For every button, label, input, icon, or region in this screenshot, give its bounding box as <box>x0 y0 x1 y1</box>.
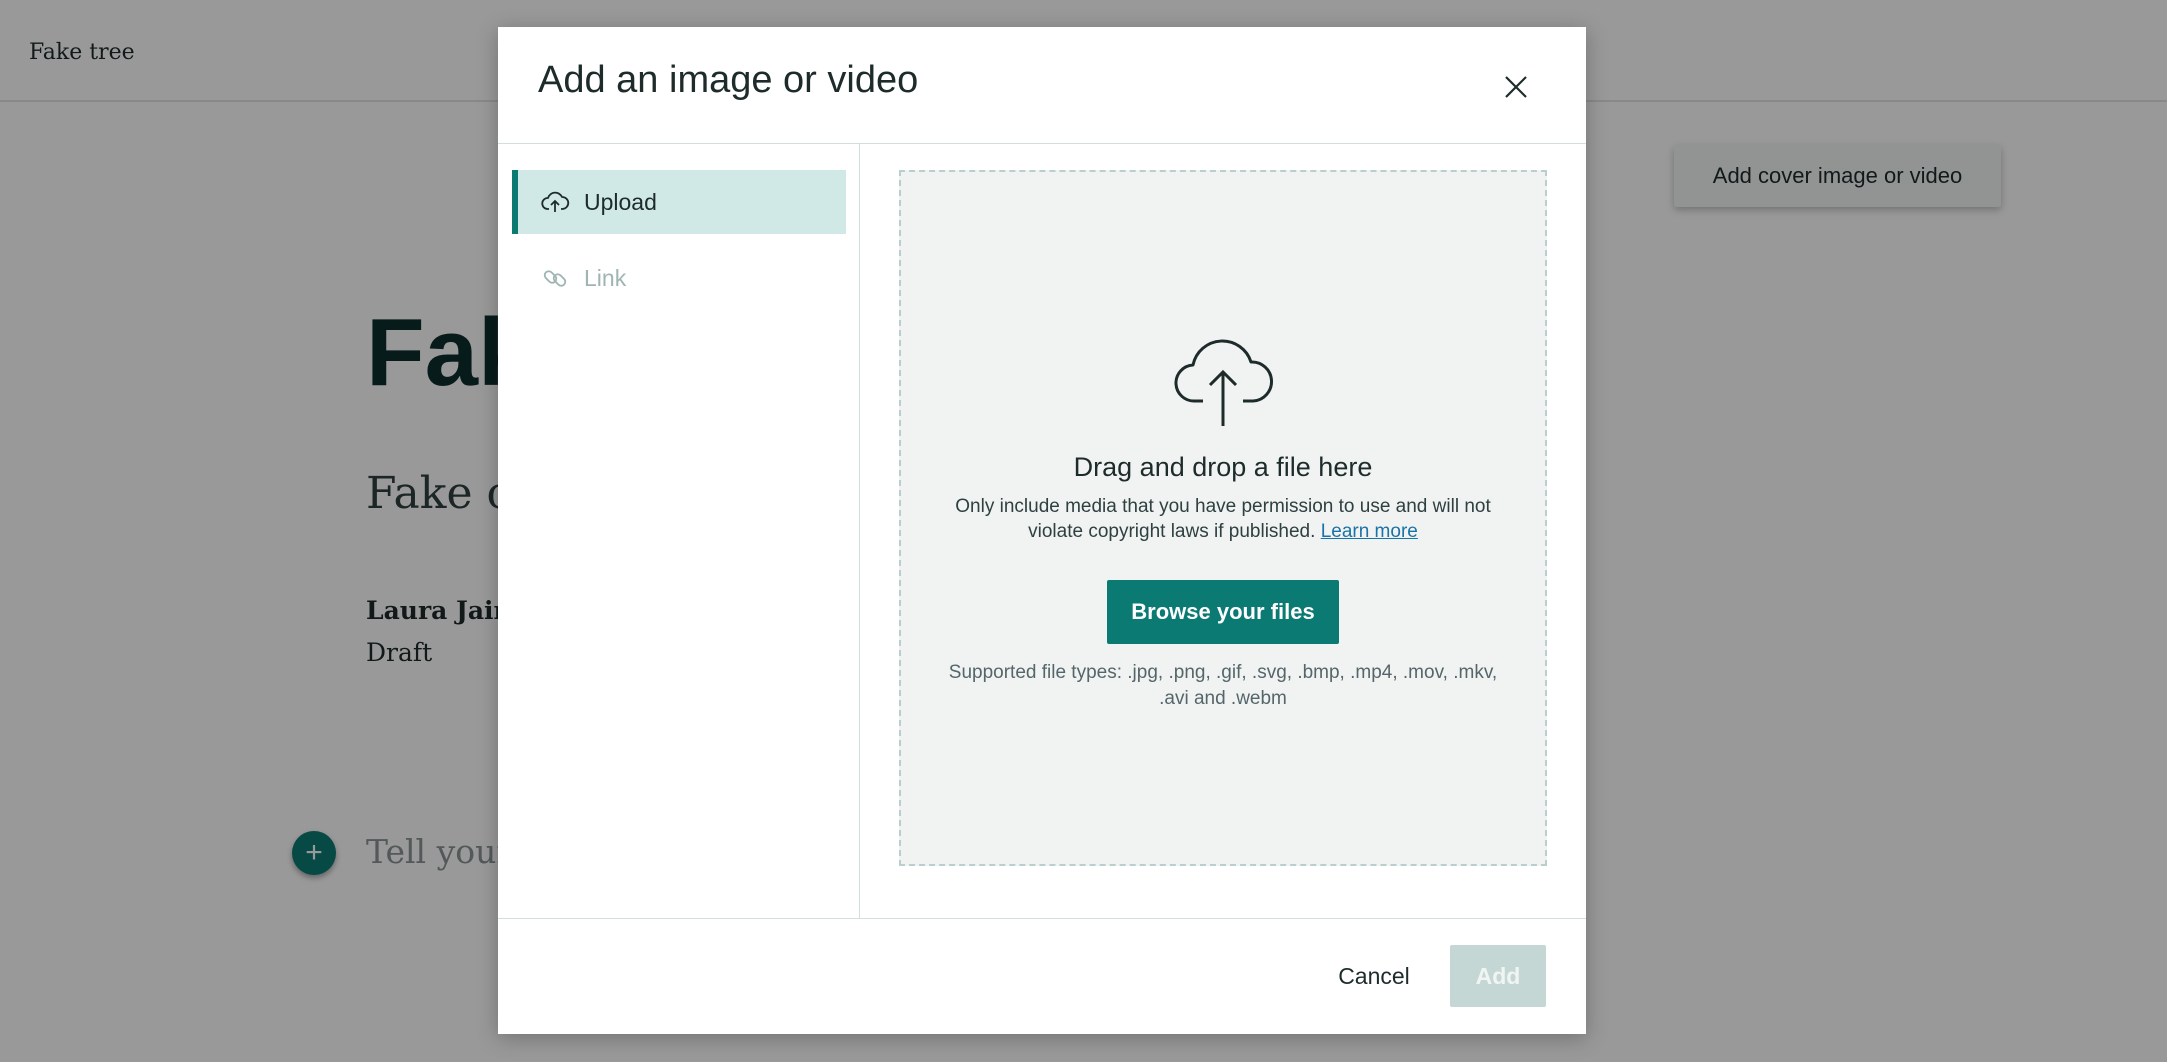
dialog-title: Add an image or video <box>538 59 919 101</box>
media-dialog: Add an image or video Upload Link Drag a… <box>498 27 1586 1034</box>
add-button[interactable]: Add <box>1450 945 1546 1007</box>
cloud-upload-icon <box>1171 332 1275 428</box>
tab-upload[interactable]: Upload <box>512 170 846 234</box>
tab-link[interactable]: Link <box>512 246 846 310</box>
dialog-footer: Cancel Add <box>498 918 1586 1034</box>
dialog-header: Add an image or video <box>498 27 1586 144</box>
close-icon[interactable] <box>1500 71 1532 103</box>
browse-files-button[interactable]: Browse your files <box>1107 580 1339 644</box>
tab-upload-label: Upload <box>584 188 657 215</box>
cloud-upload-icon <box>540 187 570 217</box>
dialog-sidebar: Upload Link <box>498 144 860 918</box>
link-icon <box>540 263 570 293</box>
file-dropzone[interactable]: Drag and drop a file here Only include m… <box>899 170 1547 866</box>
dropzone-heading: Drag and drop a file here <box>1073 452 1373 482</box>
learn-more-link[interactable]: Learn more <box>1321 521 1418 542</box>
tab-link-label: Link <box>584 264 627 291</box>
copyright-note: Only include media that you have permiss… <box>945 494 1501 544</box>
supported-file-types: Supported file types: .jpg, .png, .gif, … <box>948 662 1498 709</box>
cancel-button[interactable]: Cancel <box>1318 945 1430 1007</box>
